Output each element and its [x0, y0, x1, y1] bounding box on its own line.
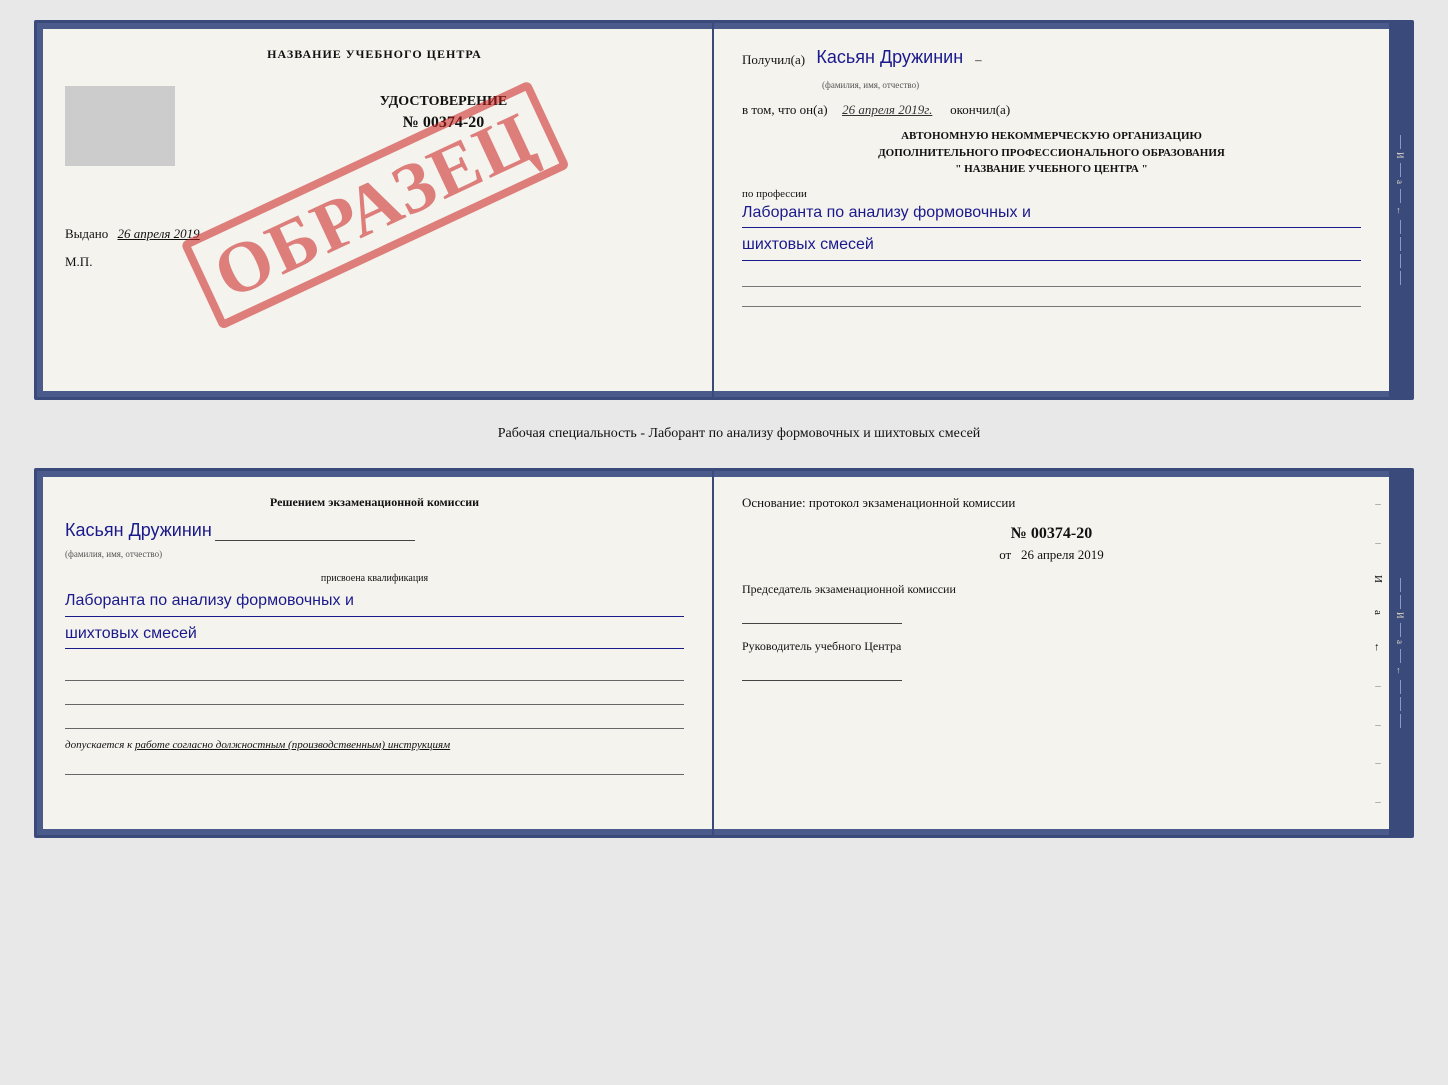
org-line3: " НАЗВАНИЕ УЧЕБНОГО ЦЕНТРА " [742, 161, 1361, 178]
bottom-left-panel: Решением экзаменационной комиссии Касьян… [37, 471, 714, 835]
edge-text-arrow: ← [1395, 206, 1405, 217]
right-a-label: а [1372, 610, 1384, 615]
cert-date-value: 26 апреля 2019г. [842, 102, 932, 118]
b-edge-dash3 [1400, 623, 1401, 637]
protocol-date: от 26 апреля 2019 [742, 547, 1361, 563]
poluchil-label: Получил(a) [742, 52, 805, 68]
top-document-card: НАЗВАНИЕ УЧЕБНОГО ЦЕНТРА УДОСТОВЕРЕНИЕ №… [34, 20, 1414, 400]
protocol-date-value: 26 апреля 2019 [1021, 547, 1104, 562]
b-edge-dash6 [1400, 697, 1401, 711]
profession-handwritten: Лаборанта по анализу формовочных и шихто… [742, 200, 1361, 261]
edge-text-a: а [1395, 180, 1405, 186]
rukov-sign-line [742, 663, 902, 681]
rukovoditel-label: Руководитель учебного Центра [742, 638, 1361, 655]
cert-title: НАЗВАНИЕ УЧЕБНОГО ЦЕНТРА [65, 47, 684, 62]
right-dash-6: – [1375, 796, 1381, 808]
ot-label: от [999, 547, 1011, 562]
po-professii-label: по профессии [742, 188, 1361, 200]
recipient-name: Касьян Дружинин [816, 47, 963, 68]
bottom-right-edge: И а ← [1389, 471, 1411, 835]
b-edge-dash7 [1400, 714, 1401, 728]
org-line2: ДОПОЛНИТЕЛЬНОГО ПРОФЕССИОНАЛЬНОГО ОБРАЗО… [742, 145, 1361, 162]
right-dash-1: – [1375, 498, 1381, 510]
edge-dash7 [1400, 271, 1401, 285]
right-dash-2: – [1375, 537, 1381, 549]
blank-line-dopusk [65, 757, 684, 775]
right-edge-decoration: И а ← [1389, 23, 1411, 397]
b-edge-dash4 [1400, 649, 1401, 663]
bottom-document-card: Решением экзаменационной комиссии Касьян… [34, 468, 1414, 838]
bottom-right-panel: Основание: протокол экзаменационной коми… [714, 471, 1389, 835]
fio-sublabel-top: (фамилия, имя, отчество) [822, 80, 919, 90]
b-edge-dash1 [1400, 578, 1401, 592]
top-left-panel: НАЗВАНИЕ УЧЕБНОГО ЦЕНТРА УДОСТОВЕРЕНИЕ №… [37, 23, 714, 397]
b-edge-dash5 [1400, 680, 1401, 694]
dopusk-line: допускается к работе согласно должностны… [65, 739, 684, 751]
profession-line2: шихтовых смесей [742, 232, 1361, 261]
org-line1: АВТОНОМНУЮ НЕКОММЕРЧЕСКУЮ ОРГАНИЗАЦИЮ [742, 128, 1361, 145]
right-dash-3: – [1375, 680, 1381, 692]
page-wrapper: НАЗВАНИЕ УЧЕБНОГО ЦЕНТРА УДОСТОВЕРЕНИЕ №… [20, 20, 1428, 838]
cert-photo-placeholder [65, 86, 175, 166]
qual-line1: Лаборанта по анализу формовочных и [65, 588, 684, 617]
blank-lines-group [65, 663, 684, 729]
predsedatel-label: Председатель экзаменационной комиссии [742, 581, 1361, 598]
resheniem-label: Решением экзаменационной комиссии [65, 495, 684, 510]
b-edge-a: а [1395, 640, 1405, 646]
prisvoena-label: присвоена квалификация [65, 573, 684, 584]
blank-line-1 [65, 663, 684, 681]
bottom-name: Касьян Дружинин [65, 520, 212, 540]
specialty-line: Рабочая специальность - Лаборант по анал… [468, 418, 981, 450]
right-dash-5: – [1375, 757, 1381, 769]
cert-mp: М.П. [65, 254, 684, 270]
qual-line2: шихтовых смесей [65, 621, 684, 650]
bottom-qualification: Лаборанта по анализу формовочных и шихто… [65, 588, 684, 649]
b-edge-i: И [1395, 612, 1405, 621]
chair-sign-line [742, 606, 902, 624]
b-edge-arrow: ← [1395, 666, 1405, 677]
dopusk-label: допускается к [65, 739, 132, 751]
b-edge-dash2 [1400, 595, 1401, 609]
vtom-line: в том, что он(а) 26 апреля 2019г. окончи… [742, 102, 1361, 118]
dopusk-text: работе согласно должностным (производств… [135, 739, 450, 751]
top-right-panel: Получил(a) Касьян Дружинин – (фамилия, и… [714, 23, 1389, 397]
bottom-name-line: Касьян Дружинин [65, 520, 684, 541]
profession-line1: Лаборанта по анализу формовочных и [742, 200, 1361, 229]
edge-dash [1400, 135, 1401, 149]
right-i-label: И [1372, 575, 1384, 583]
right-arrow-label: ← [1372, 642, 1384, 653]
blank-line-2 [65, 687, 684, 705]
okonchil-label: окончил(а) [950, 102, 1010, 118]
org-block: АВТОНОМНУЮ НЕКОММЕРЧЕСКУЮ ОРГАНИЗАЦИЮ ДО… [742, 128, 1361, 178]
protocol-number: № 00374-20 [742, 525, 1361, 543]
cert-udostoverenie-label: УДОСТОВЕРЕНИЕ [203, 94, 684, 110]
osnovanie-label: Основание: протокол экзаменационной коми… [742, 495, 1361, 511]
edge-dash3 [1400, 189, 1401, 203]
vtom-label: в том, что он(а) [742, 102, 828, 118]
bottom-fio-sublabel: (фамилия, имя, отчество) [65, 549, 162, 559]
poluchil-line: Получил(a) Касьян Дружинин – [742, 47, 1361, 68]
vydano-date: 26 апреля 2019 [118, 226, 200, 241]
right-dash-4: – [1375, 719, 1381, 731]
blank-line-3 [65, 711, 684, 729]
edge-dash5 [1400, 237, 1401, 251]
edge-dash6 [1400, 254, 1401, 268]
edge-dash4 [1400, 220, 1401, 234]
vydano-label: Выдано [65, 226, 108, 241]
edge-text-i: И [1395, 152, 1405, 161]
cert-number: № 00374-20 [203, 114, 684, 132]
cert-vydano: Выдано 26 апреля 2019 [65, 226, 684, 242]
edge-dash2 [1400, 163, 1401, 177]
